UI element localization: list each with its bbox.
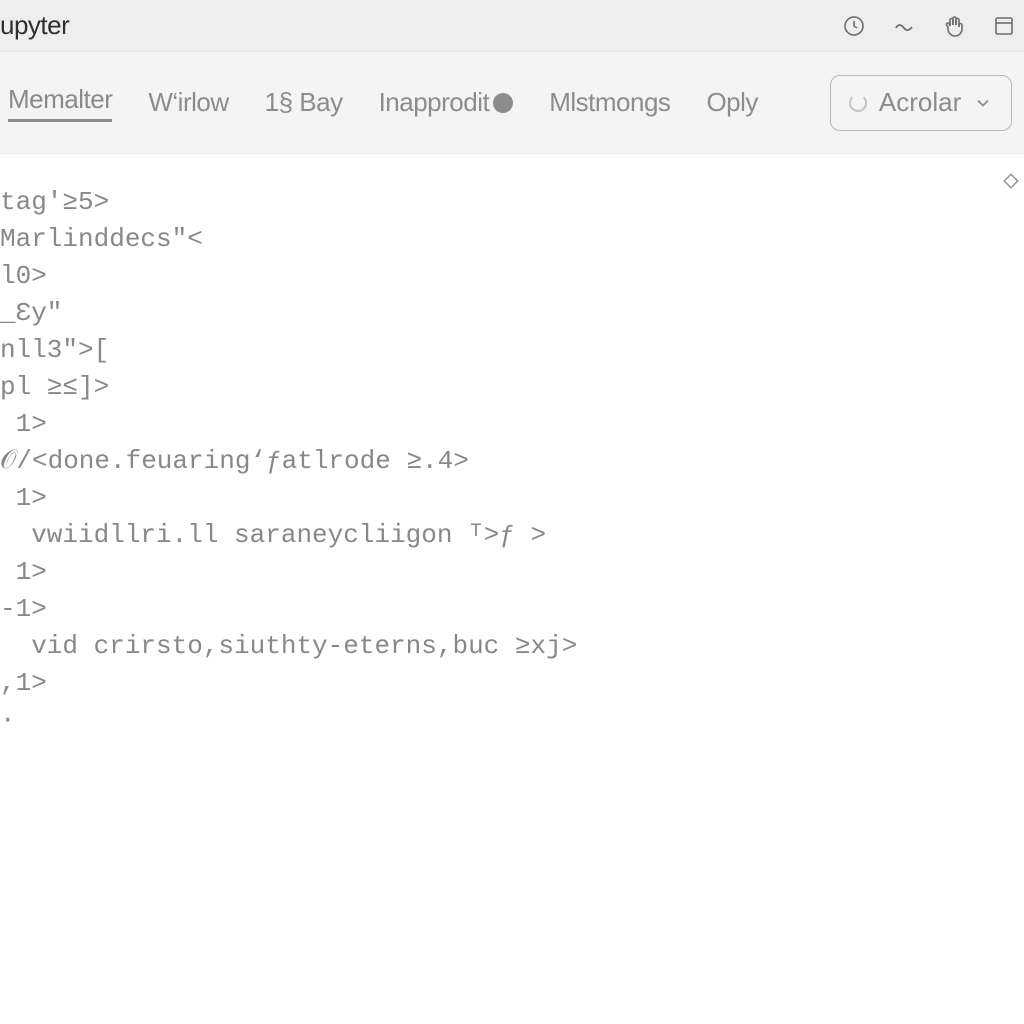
diamond-icon[interactable] <box>1002 172 1020 190</box>
hand-icon[interactable] <box>942 14 966 38</box>
tab-label: Inapprodit <box>379 87 490 118</box>
acrolar-dropdown[interactable]: Acrolar <box>830 75 1012 131</box>
spinner-icon <box>849 94 867 112</box>
tab-memalter[interactable]: Memalter <box>8 84 112 122</box>
badge-icon <box>493 93 513 113</box>
tilde-icon[interactable] <box>892 14 916 38</box>
tab-label: Mlstmongs <box>549 87 670 118</box>
clock-icon[interactable] <box>842 14 866 38</box>
tab-label: 1§ Bay <box>265 87 343 118</box>
app-title: upyter <box>0 10 69 41</box>
tab-oply[interactable]: Oply <box>706 87 757 118</box>
tab-wirlow[interactable]: W‘irlow <box>148 87 228 118</box>
titlebar-actions <box>842 14 1016 38</box>
dropdown-label: Acrolar <box>879 87 961 118</box>
editor-area: tag'≥5> Marlinddecs"< l0> _Ɛy" nll3">[ p… <box>0 154 1024 1024</box>
tab-inapprodit[interactable]: Inapprodit <box>379 87 514 118</box>
tab-label: W‘irlow <box>148 87 228 118</box>
tab-label: Memalter <box>8 84 112 115</box>
code-content[interactable]: tag'≥5> Marlinddecs"< l0> _Ɛy" nll3">[ p… <box>0 184 1024 739</box>
panel-icon[interactable] <box>992 14 1016 38</box>
tab-mlstmongs[interactable]: Mlstmongs <box>549 87 670 118</box>
tab-bay[interactable]: 1§ Bay <box>265 87 343 118</box>
titlebar: upyter <box>0 0 1024 52</box>
tab-bar: Memalter W‘irlow 1§ Bay Inapprodit Mlstm… <box>0 52 1024 154</box>
chevron-down-icon <box>973 93 993 113</box>
tab-label: Oply <box>706 87 757 118</box>
